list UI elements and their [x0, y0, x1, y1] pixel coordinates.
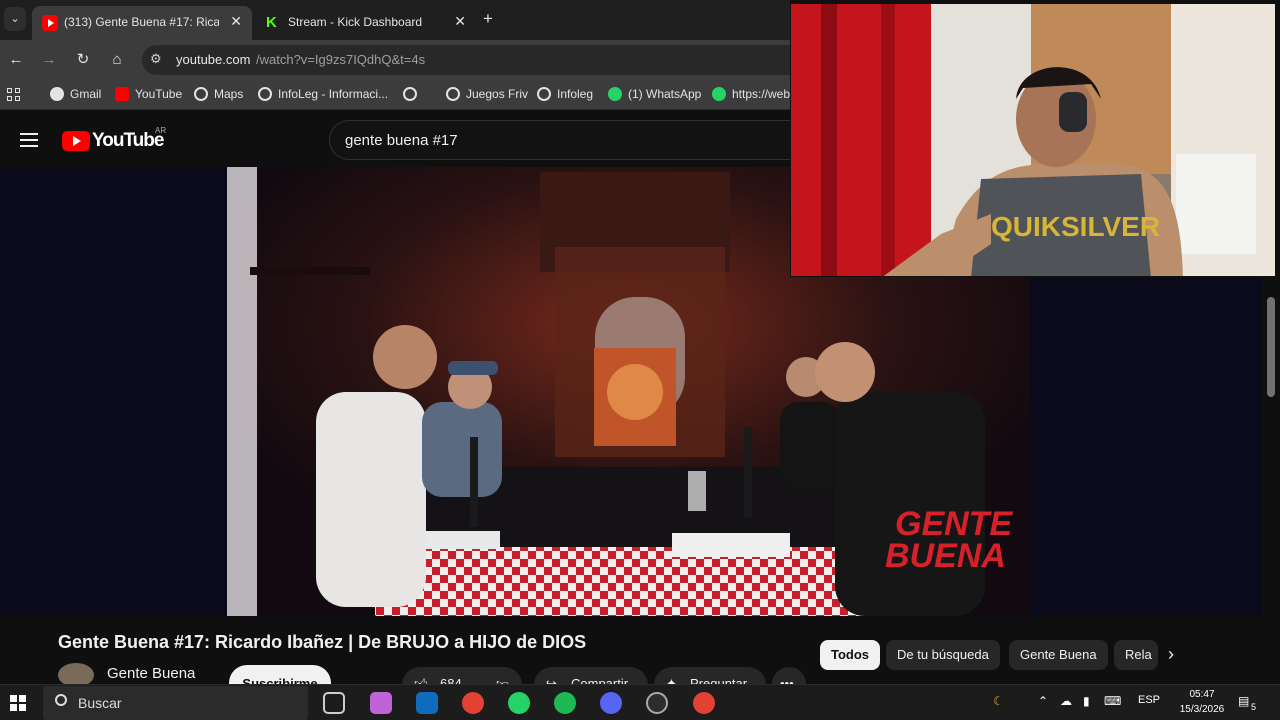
watermark-line-2: BUENA [885, 537, 1006, 575]
kick-favicon-icon: K [266, 14, 277, 31]
bookmark-juegos-friv[interactable]: Juegos Friv [446, 87, 528, 101]
tab-search-chevron-icon[interactable]: ⌄ [4, 7, 26, 31]
chip-related[interactable]: Rela [1114, 640, 1158, 670]
tab-youtube[interactable]: (313) Gente Buena #17: Ricardo ✕ [32, 6, 252, 40]
discord-icon[interactable] [600, 692, 622, 714]
webcam-frame: QUIKSILVER [791, 4, 1275, 276]
country-code: AR [155, 126, 167, 135]
notification-count: 5 [1251, 702, 1257, 712]
svg-text:QUIKSILVER: QUIKSILVER [991, 211, 1160, 242]
tab-title: (313) Gente Buena #17: Ricardo [64, 15, 219, 29]
taskbar-search[interactable]: Buscar [43, 686, 308, 720]
menu-icon[interactable] [20, 133, 38, 147]
copilot-icon[interactable] [370, 692, 392, 714]
clock-date: 15/3/2026 [1179, 704, 1225, 715]
bookmark-whatsapp-web[interactable]: https://web [712, 87, 790, 101]
video-info: Gente Buena #17: Ricardo Ibañez | De BRU… [0, 616, 1262, 703]
chip-gente-buena[interactable]: Gente Buena [1009, 640, 1108, 670]
url-path: /watch?v=Ig9zs7IQdhQ&t=4s [256, 52, 426, 67]
search-input[interactable]: gente buena #17 [329, 120, 790, 160]
tab-close-icon[interactable]: ✕ [454, 13, 466, 30]
whatsapp-icon [712, 87, 726, 101]
globe-icon [446, 87, 460, 101]
battery-icon[interactable]: ▮ [1083, 694, 1090, 708]
home-icon[interactable]: ⌂ [106, 49, 128, 71]
windows-start-icon[interactable] [10, 695, 26, 711]
new-tab-button[interactable]: + [483, 9, 493, 29]
address-bar[interactable]: ⚙ youtube.com /watch?v=Ig9zs7IQdhQ&t=4s [142, 45, 790, 75]
bookmark-maps[interactable]: Maps [194, 87, 243, 101]
youtube-play-icon [62, 131, 90, 151]
search-icon [55, 694, 67, 706]
task-view-icon[interactable] [323, 692, 345, 714]
youtube-wordmark: YouTube [92, 130, 164, 151]
video-title: Gente Buena #17: Ricardo Ibañez | De BRU… [58, 632, 587, 652]
bookmark-unnamed[interactable] [403, 87, 423, 101]
bookmark-infoleg[interactable]: Infoleg [537, 87, 593, 101]
tab-kick-dashboard[interactable]: K Stream - Kick Dashboard ✕ [256, 6, 476, 40]
taskbar-search-placeholder: Buscar [78, 695, 122, 711]
back-arrow-icon[interactable]: ← [5, 49, 27, 71]
keyboard-icon[interactable]: ⌨ [1104, 694, 1121, 708]
language-indicator[interactable]: ESP [1138, 694, 1160, 706]
obs-icon[interactable] [646, 692, 668, 714]
webcam-overlay: QUIKSILVER [790, 3, 1276, 277]
whatsapp-app-icon[interactable] [508, 692, 530, 714]
globe-icon [403, 87, 417, 101]
browser-tab-strip: ⌄ (313) Gente Buena #17: Ricardo ✕ K Str… [0, 0, 790, 40]
browser-toolbar: ← → ↻ ⌂ ⚙ youtube.com /watch?v=Ig9zs7IQd… [0, 40, 790, 80]
chevron-right-icon[interactable]: › [1168, 644, 1174, 665]
site-info-icon[interactable]: ⚙ [150, 51, 162, 67]
search-query: gente buena #17 [345, 132, 458, 149]
cloud-icon[interactable]: ☁ [1060, 694, 1072, 708]
clock[interactable]: 05:47 15/3/2026 [1172, 687, 1232, 717]
clock-time: 05:47 [1189, 689, 1215, 700]
channel-name[interactable]: Gente Buena [107, 665, 195, 682]
show-hidden-icons-icon[interactable]: ⌃ [1038, 694, 1048, 708]
outlook-icon[interactable] [416, 692, 438, 714]
bookmark-infoleg-informacion[interactable]: InfoLeg - Informaci... [258, 87, 388, 101]
google-icon [50, 87, 64, 101]
globe-icon [258, 87, 272, 101]
forward-arrow-icon[interactable]: → [38, 49, 60, 71]
chrome-profile-icon[interactable] [693, 692, 715, 714]
scrollbar-thumb[interactable] [1267, 297, 1275, 397]
tab-close-icon[interactable]: ✕ [230, 13, 242, 30]
whatsapp-icon [608, 87, 622, 101]
chip-de-tu-busqueda[interactable]: De tu búsqueda [886, 640, 1000, 670]
apps-grid-icon[interactable] [7, 88, 21, 102]
weather-moon-icon[interactable]: ☾ [993, 694, 1004, 708]
bookmark-gmail[interactable]: Gmail [50, 87, 101, 101]
bookmark-youtube[interactable]: YouTube [115, 87, 182, 101]
youtube-favicon-icon [42, 15, 58, 31]
bookmarks-bar: Gmail YouTube Maps InfoLeg - Informaci..… [0, 80, 790, 110]
windows-taskbar: Buscar ☾ ⌃ ☁ ▮ ⌨ ESP 05:47 15/3/2026 ▤ 5 [0, 684, 1280, 720]
notifications-icon[interactable]: ▤ [1238, 694, 1249, 708]
url-host: youtube.com [176, 52, 251, 67]
tab-title: Stream - Kick Dashboard [288, 15, 423, 29]
globe-icon [194, 87, 208, 101]
reload-icon[interactable]: ↻ [72, 49, 94, 71]
bookmark-whatsapp[interactable]: (1) WhatsApp [608, 87, 701, 101]
spotify-icon[interactable] [554, 692, 576, 714]
globe-icon [537, 87, 551, 101]
youtube-icon [115, 87, 129, 101]
chrome-icon[interactable] [462, 692, 484, 714]
chip-todos[interactable]: Todos [820, 640, 881, 670]
